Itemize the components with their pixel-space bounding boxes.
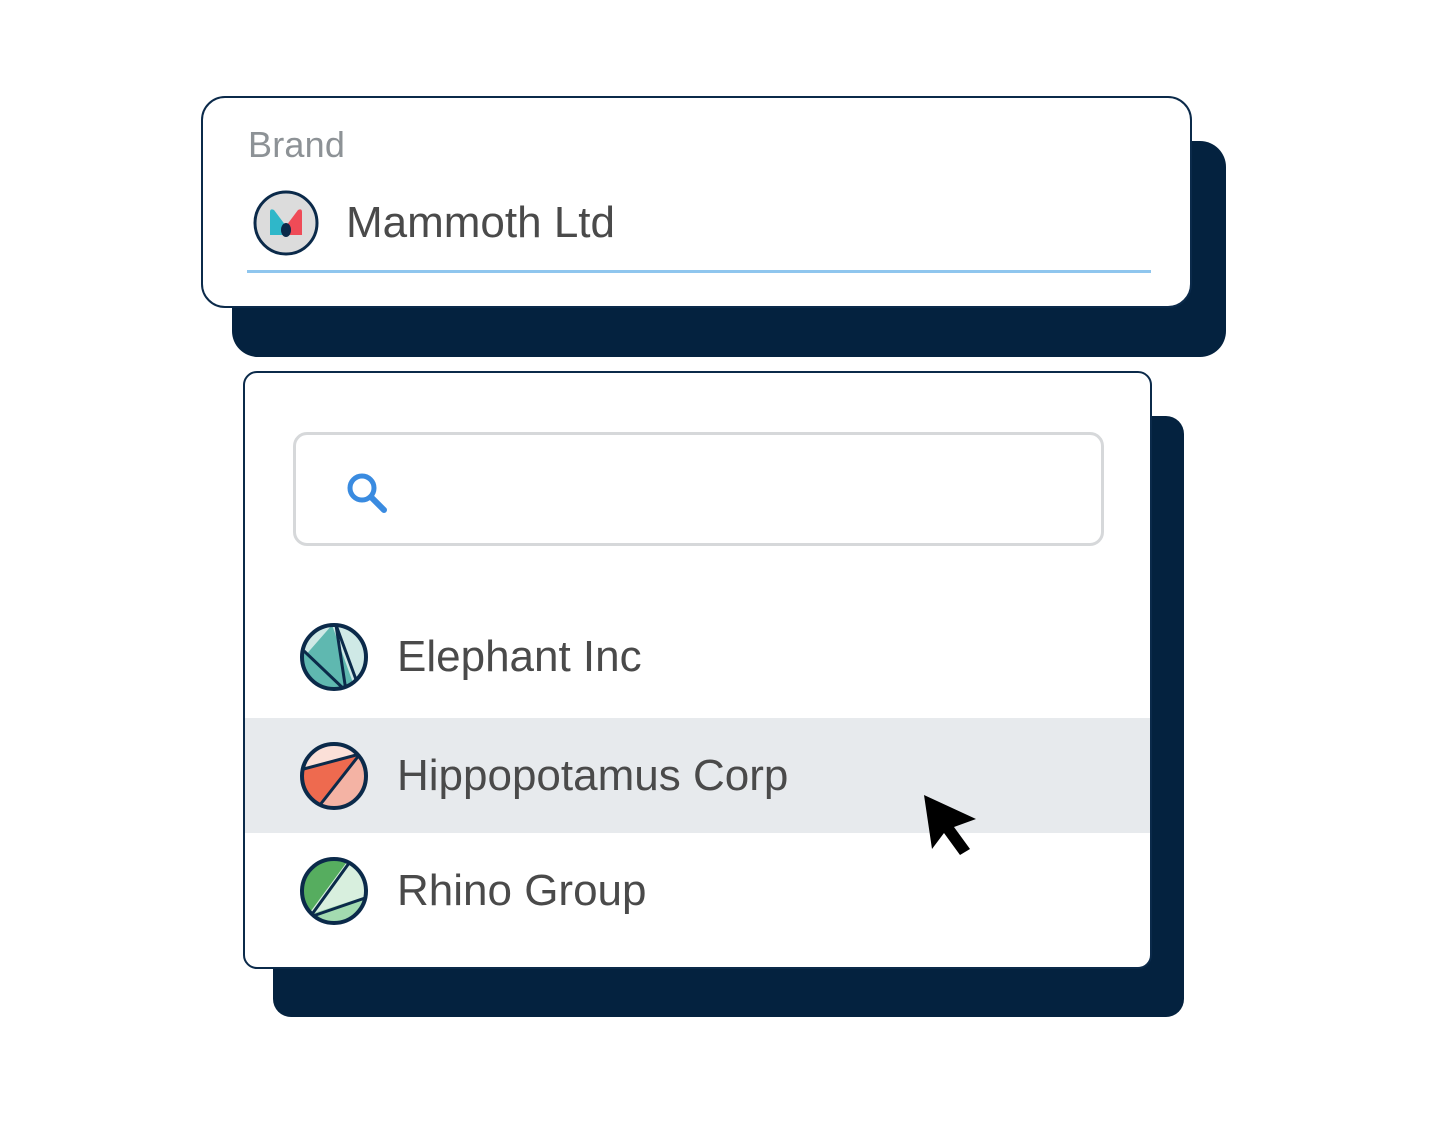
elephant-logo-icon	[300, 622, 368, 691]
option-hippopotamus-corp[interactable]: Hippopotamus Corp	[245, 718, 1150, 833]
search-input[interactable]	[406, 435, 1070, 545]
mammoth-logo-icon	[253, 190, 319, 256]
option-label: Hippopotamus Corp	[397, 750, 789, 800]
option-label: Elephant Inc	[397, 631, 642, 681]
search-icon	[347, 473, 387, 513]
option-label: Rhino Group	[397, 865, 647, 915]
brand-value-text: Mammoth Ltd	[346, 198, 615, 247]
brand-select-field[interactable]: Brand Mammoth Ltd	[201, 96, 1192, 308]
brand-field-label: Brand	[248, 124, 346, 165]
option-elephant-inc[interactable]: Elephant Inc	[245, 599, 1150, 714]
option-rhino-group[interactable]: Rhino Group	[245, 833, 1150, 948]
hippopotamus-logo-icon	[300, 741, 368, 810]
brand-dropdown-menu: Elephant Inc Hippopotamus Corp Rhino Gro…	[243, 371, 1152, 969]
cursor-arrow-icon	[924, 795, 976, 855]
rhino-logo-icon	[300, 856, 368, 925]
search-box[interactable]	[293, 432, 1104, 546]
brand-selected-value[interactable]: Mammoth Ltd	[253, 188, 615, 258]
brand-field-underline	[247, 270, 1151, 273]
